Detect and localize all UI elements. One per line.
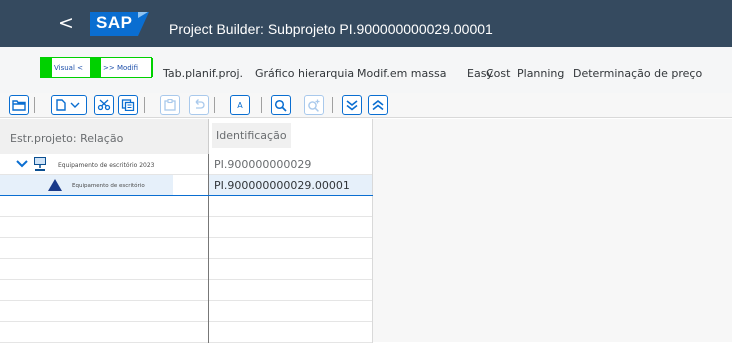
wbs-element-icon [48,179,62,191]
toggle-edge [151,58,153,77]
copy-icon[interactable] [118,95,138,115]
column-header-structure[interactable]: Estr.projeto: Relação [0,119,209,154]
empty-cell[interactable] [0,217,209,238]
text-icon[interactable]: A [230,95,250,115]
menu-planning[interactable]: Planning [517,67,564,80]
toolbar-separator [332,97,333,113]
visual-modify-toggle[interactable]: Visual < >> Modifi [40,57,153,78]
toolbar-separator [34,97,35,113]
node-label: Equipamento de escritório [72,183,145,189]
menu-project-planning-table[interactable]: Tab.planif.proj. [163,67,243,80]
visual-mode-button[interactable]: Visual < [54,64,83,72]
empty-cell[interactable] [209,322,373,343]
paste-icon[interactable] [160,95,180,115]
toolbar-separator [214,97,215,113]
structure-cell[interactable]: Equipamento de escritório [0,175,209,196]
identification-value: PI.900000000029.00001 [214,179,350,192]
modify-indicator [90,58,101,77]
empty-cell[interactable] [209,280,373,301]
empty-cell[interactable] [0,238,209,259]
find-icon[interactable] [271,95,291,115]
column-header-identification-label: Identificação [212,123,291,148]
empty-row[interactable] [0,238,373,259]
empty-row[interactable] [0,196,373,217]
toolbar: A [0,93,732,118]
empty-cell[interactable] [0,280,209,301]
cut-icon[interactable] [94,95,114,115]
expand-all-icon[interactable] [342,95,362,115]
undo-icon[interactable] [189,95,209,115]
header-filler [373,119,732,154]
empty-cell[interactable] [0,301,209,322]
shell-bar: < SAP Project Builder: Subprojeto PI.900… [0,0,732,47]
empty-cell[interactable] [209,259,373,280]
empty-cell[interactable] [209,217,373,238]
visual-indicator [41,58,52,77]
menu-price-determination[interactable]: Determinação de preço [573,67,702,80]
empty-row[interactable] [0,217,373,238]
page-title: Project Builder: Subprojeto PI.900000000… [169,21,493,37]
logo-text: SAP [96,13,133,32]
empty-row[interactable] [0,322,373,343]
empty-row[interactable] [0,301,373,322]
project-definition-icon [34,157,46,171]
project-structure-grid: Estr.projeto: Relação Identificação Equi… [0,119,732,343]
identification-cell[interactable]: PI.900000000029.00001 [209,175,373,196]
collapse-all-icon[interactable] [368,95,388,115]
find-next-icon[interactable] [304,95,324,115]
sap-logo: SAP [90,12,149,36]
menu-bar: Visual < >> Modifi Tab.planif.proj. Gráf… [0,47,732,93]
new-document-dropdown-icon[interactable] [51,95,87,115]
menu-mass-change[interactable]: Modif.em massa [357,67,446,80]
empty-cell[interactable] [209,196,373,217]
empty-row[interactable] [0,259,373,280]
empty-cell[interactable] [209,238,373,259]
modify-mode-button[interactable]: >> Modifi [103,64,138,72]
identification-value: PI.900000000029 [214,158,312,171]
node-label: Equipamento de escritório 2023 [58,162,155,169]
toolbar-separator [261,97,262,113]
empty-cell[interactable] [0,196,209,217]
structure-cell[interactable]: Equipamento de escritório 2023 [0,154,209,175]
empty-cell[interactable] [0,322,209,343]
empty-row[interactable] [0,280,373,301]
column-header-structure-label: Estr.projeto: Relação [10,132,124,145]
menu-hierarchy-graphic[interactable]: Gráfico hierarquia [255,67,354,80]
back-button[interactable]: < [58,14,74,33]
open-folder-icon[interactable] [9,95,29,115]
chevron-down-icon[interactable] [16,159,28,169]
menu-cost[interactable]: Cost [486,67,510,80]
toolbar-separator [144,97,145,113]
table-row[interactable]: Equipamento de escritório 2023 PI.900000… [0,154,373,175]
table-row-selected[interactable]: Equipamento de escritório PI.90000000002… [0,175,373,196]
empty-cell[interactable] [0,259,209,280]
column-header-identification[interactable]: Identificação [209,119,373,154]
empty-cell[interactable] [209,301,373,322]
detail-area [373,154,732,342]
identification-cell[interactable]: PI.900000000029 [209,154,373,175]
